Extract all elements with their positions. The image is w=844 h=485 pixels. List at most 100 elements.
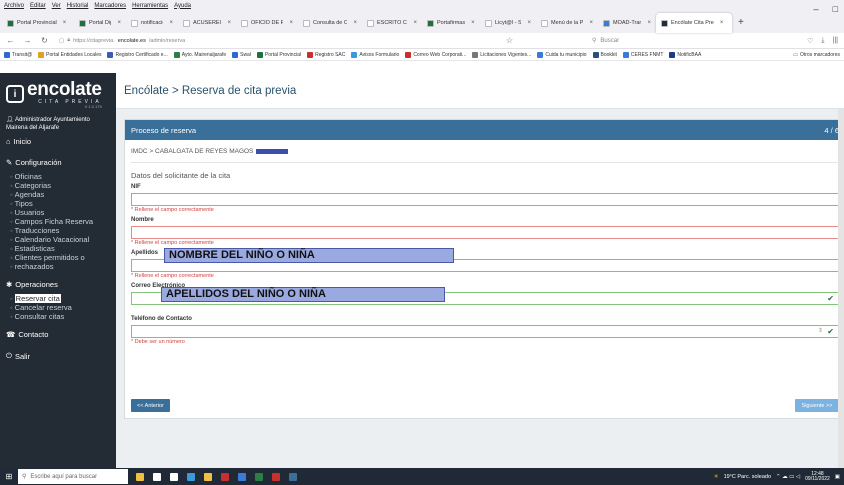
tray-icons[interactable]: ⌃ ☁ ▭ ◁	[776, 474, 800, 480]
taskbar-app-icon[interactable]	[170, 472, 178, 481]
bookmark-item[interactable]: Licitaciones Vigentes...	[472, 51, 531, 58]
browser-tab[interactable]: Menú de la Plataform ×	[536, 13, 598, 33]
logo[interactable]: i encolate CITA PREVIA V 1.0.179	[0, 73, 116, 115]
windows-start-icon[interactable]: ⊞	[0, 472, 18, 481]
close-icon[interactable]: ×	[169, 20, 173, 26]
sidebar-subitem[interactable]: ◦ Calendario Vacacional	[0, 235, 116, 244]
browser-tab[interactable]: Consulta de Cuentas ×	[298, 13, 362, 33]
close-icon[interactable]: ×	[720, 20, 724, 26]
sidebar-subitem[interactable]: ◦ Categorias	[0, 181, 116, 190]
sidebar-subitem[interactable]: ◦ Traducciones	[0, 226, 116, 235]
phone-field[interactable]: ⇕ ✔	[131, 325, 839, 338]
next-button[interactable]: Siguiente >>	[795, 399, 839, 412]
bookmark-item[interactable]: Bookkit	[592, 51, 617, 58]
close-icon[interactable]: ×	[289, 20, 293, 26]
pocket-icon[interactable]: ♡	[807, 37, 813, 45]
sidebar-subitem[interactable]: ◦ Campos Ficha Reserva	[0, 217, 116, 226]
library-icon[interactable]: |||	[833, 37, 838, 45]
bookmark-item[interactable]: Portal Entidades Locales	[38, 51, 101, 58]
bookmark-item[interactable]: NotificBAA	[669, 51, 701, 58]
sidebar-subitem[interactable]: ◦ Agendas	[0, 190, 116, 199]
menu-item[interactable]: Archivo	[4, 3, 24, 9]
browser-tab[interactable]: OFICIO DE REMISON ×	[236, 13, 298, 33]
close-icon[interactable]: ×	[647, 20, 651, 26]
sidebar-section-operaciones[interactable]: ✱ Operaciones	[0, 277, 116, 292]
browser-tab[interactable]: Encólate Cita Pre ×	[656, 13, 732, 33]
menu-item[interactable]: Ayuda	[174, 3, 191, 9]
weather-text[interactable]: 19°C Parc. soleado	[724, 474, 771, 480]
menu-item[interactable]: Marcadores	[94, 3, 126, 9]
close-icon[interactable]: ×	[227, 20, 231, 26]
back-icon[interactable]: ←	[6, 36, 15, 45]
sidebar-item-inicio[interactable]: ⌂ Inicio	[0, 134, 116, 149]
other-bookmarks[interactable]: ▭ Otros marcadores	[793, 52, 840, 58]
taskbar-app-icon[interactable]	[221, 472, 229, 481]
browser-tab[interactable]: Portafirmas ×	[422, 13, 480, 33]
bookmark-item[interactable]: Ayto. Mairenaljarafe	[173, 51, 226, 58]
nombre-field[interactable]	[131, 226, 839, 239]
bookmark-item[interactable]: Swal	[232, 51, 251, 58]
close-icon[interactable]: ×	[413, 20, 417, 26]
bookmark-star-icon[interactable]: ☆	[505, 36, 514, 45]
url-bar[interactable]: ▢ 🔒︎ https://citaprevia. encolate.es/admi…	[57, 35, 497, 47]
bookmark-item[interactable]: CERES FNMT	[622, 51, 663, 58]
taskbar-app-icon[interactable]	[289, 472, 297, 481]
taskbar-app-icon[interactable]	[272, 472, 280, 481]
sidebar-subitem[interactable]: ◦ Tipos	[0, 199, 116, 208]
taskbar-app-icon[interactable]	[238, 472, 246, 481]
sidebar-subitem[interactable]: ◦ Estadisticas	[0, 244, 116, 253]
close-icon[interactable]: ×	[471, 20, 475, 26]
clock[interactable]: 12:48 09/11/2022	[805, 471, 830, 482]
sidebar-section-configuracion[interactable]: ✎ Configuración	[0, 155, 116, 170]
number-spinner-icon[interactable]: ⇕	[818, 327, 823, 334]
bookmark-item[interactable]: Portal Provincial	[256, 51, 301, 58]
reload-icon[interactable]: ↻	[40, 36, 49, 45]
sidebar-subitem[interactable]: ◦ rechazados	[0, 262, 116, 271]
bookmark-item[interactable]: Cuida tu municipio	[537, 51, 587, 58]
page-scrollbar[interactable]	[838, 109, 844, 468]
bookmark-item[interactable]: Correo Web Corporati...	[405, 51, 466, 58]
browser-tab[interactable]: ESCRITO CAMARA ×	[362, 13, 422, 33]
close-icon[interactable]: ×	[63, 20, 67, 26]
new-tab-icon[interactable]: +	[732, 13, 750, 33]
browser-tab[interactable]: Portal Provincial ×	[2, 13, 74, 33]
sidebar-item-contacto[interactable]: ☎ Contacto	[0, 327, 116, 342]
sidebar-subitem[interactable]: ◦ Oficinas	[0, 172, 116, 181]
sidebar-subitem[interactable]: ◦ Usuarios	[0, 208, 116, 217]
bookmark-item[interactable]: Registro Certificado e...	[107, 51, 168, 58]
menu-item[interactable]: Editar	[30, 3, 46, 9]
close-icon[interactable]: ×	[527, 20, 531, 26]
browser-tab[interactable]: ACUSERECIBO.PDF ×	[178, 13, 236, 33]
browser-tab[interactable]: Licyt@l - Sede El ×	[480, 13, 536, 33]
bookmark-item[interactable]: Avisos Formulario	[351, 51, 399, 58]
taskbar-app-icon[interactable]	[136, 472, 144, 481]
browser-tab[interactable]: notificacion-12.pdf ×	[126, 13, 178, 33]
taskbar-app-icon[interactable]	[187, 472, 195, 481]
taskbar-app-icon[interactable]	[153, 472, 161, 481]
taskbar-app-icon[interactable]	[204, 472, 212, 481]
forward-icon[interactable]: →	[23, 36, 32, 45]
bookmark-item[interactable]: Registro SAC	[307, 51, 345, 58]
sidebar-subitem[interactable]: ◦ Consultar citas	[0, 312, 116, 321]
browser-tab[interactable]: MOAD-Tramita ×	[598, 13, 656, 33]
maximize-icon[interactable]: □	[833, 4, 838, 14]
taskbar-search-input[interactable]: ⚲ Escribe aquí para buscar	[18, 469, 128, 484]
taskbar-app-icon[interactable]	[255, 472, 263, 481]
nif-field[interactable]	[131, 193, 839, 206]
menu-item[interactable]: Ver	[52, 3, 61, 9]
sidebar-subitem[interactable]: ◦ Reservar cita	[0, 294, 116, 303]
sidebar-subitem[interactable]: ◦ Cancelar reserva	[0, 303, 116, 312]
browser-tab[interactable]: Portal Diputació ×	[74, 13, 126, 33]
menu-item[interactable]: Historial	[67, 3, 89, 9]
previous-button[interactable]: << Anterior	[131, 399, 170, 412]
notifications-icon[interactable]: ▣	[835, 474, 840, 480]
search-input[interactable]: ⚲ Buscar	[592, 35, 732, 47]
close-icon[interactable]: ×	[589, 20, 593, 26]
bookmark-item[interactable]: Transit@	[4, 51, 32, 58]
download-icon[interactable]: ⤓	[821, 37, 824, 45]
sidebar-subitem[interactable]: ◦ Clientes permitidos o	[0, 253, 116, 262]
minimize-icon[interactable]: –	[814, 4, 819, 14]
menu-item[interactable]: Herramientas	[132, 3, 168, 9]
close-icon[interactable]: ×	[353, 20, 357, 26]
sidebar-item-salir[interactable]: ⏻ Salir	[0, 348, 116, 364]
